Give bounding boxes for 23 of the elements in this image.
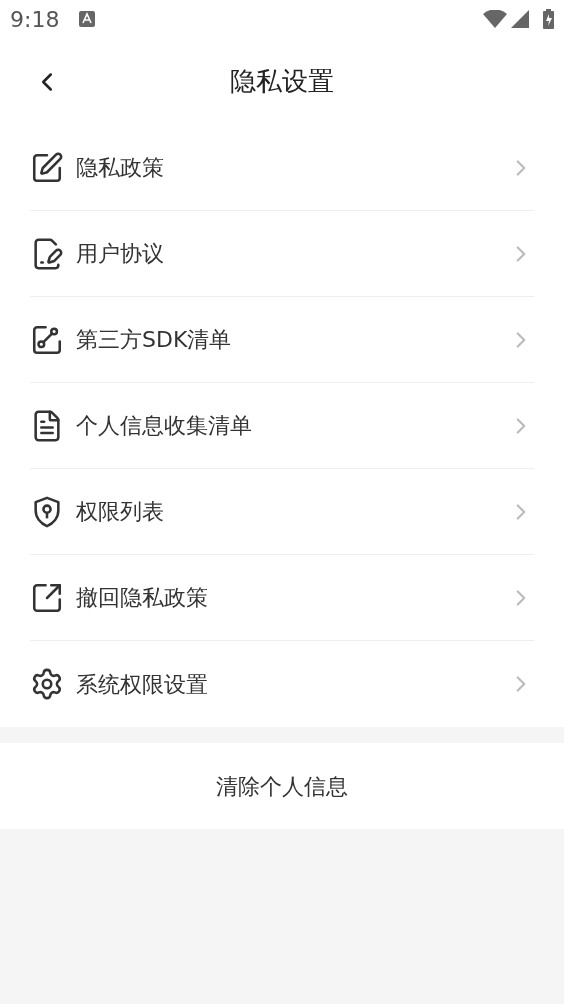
row-label: 权限列表 xyxy=(76,498,165,526)
settings-row[interactable]: 第三方SDK清单 xyxy=(30,297,534,383)
row-label: 系统权限设置 xyxy=(76,670,209,699)
row-label: 隐私政策 xyxy=(76,154,165,182)
settings-icon xyxy=(30,667,64,701)
row-label: 个人信息收集清单 xyxy=(76,412,253,440)
clear-info-button[interactable]: 清除个人信息 xyxy=(0,743,564,829)
battery-icon xyxy=(543,9,554,29)
row-label: 用户协议 xyxy=(76,240,165,268)
quill-square-icon xyxy=(30,150,64,185)
settings-row[interactable]: 权限列表 xyxy=(30,469,534,555)
settings-row[interactable]: 撤回隐私政策 xyxy=(30,555,534,641)
settings-row[interactable]: 个人信息收集清单 xyxy=(30,383,534,469)
keyboard-a-icon xyxy=(79,11,96,27)
signal-icon xyxy=(511,10,529,28)
settings-row[interactable]: 隐私政策 xyxy=(30,125,534,211)
settings-row[interactable]: 用户协议 xyxy=(30,211,534,297)
row-label: 第三方SDK清单 xyxy=(76,326,233,354)
wifi-icon xyxy=(483,10,507,28)
settings-row[interactable]: 系统权限设置 xyxy=(30,641,534,727)
status-time: 9:18 xyxy=(10,5,60,34)
row-label: 撤回隐私政策 xyxy=(76,584,209,612)
page-title: 隐私设置 xyxy=(230,65,334,98)
